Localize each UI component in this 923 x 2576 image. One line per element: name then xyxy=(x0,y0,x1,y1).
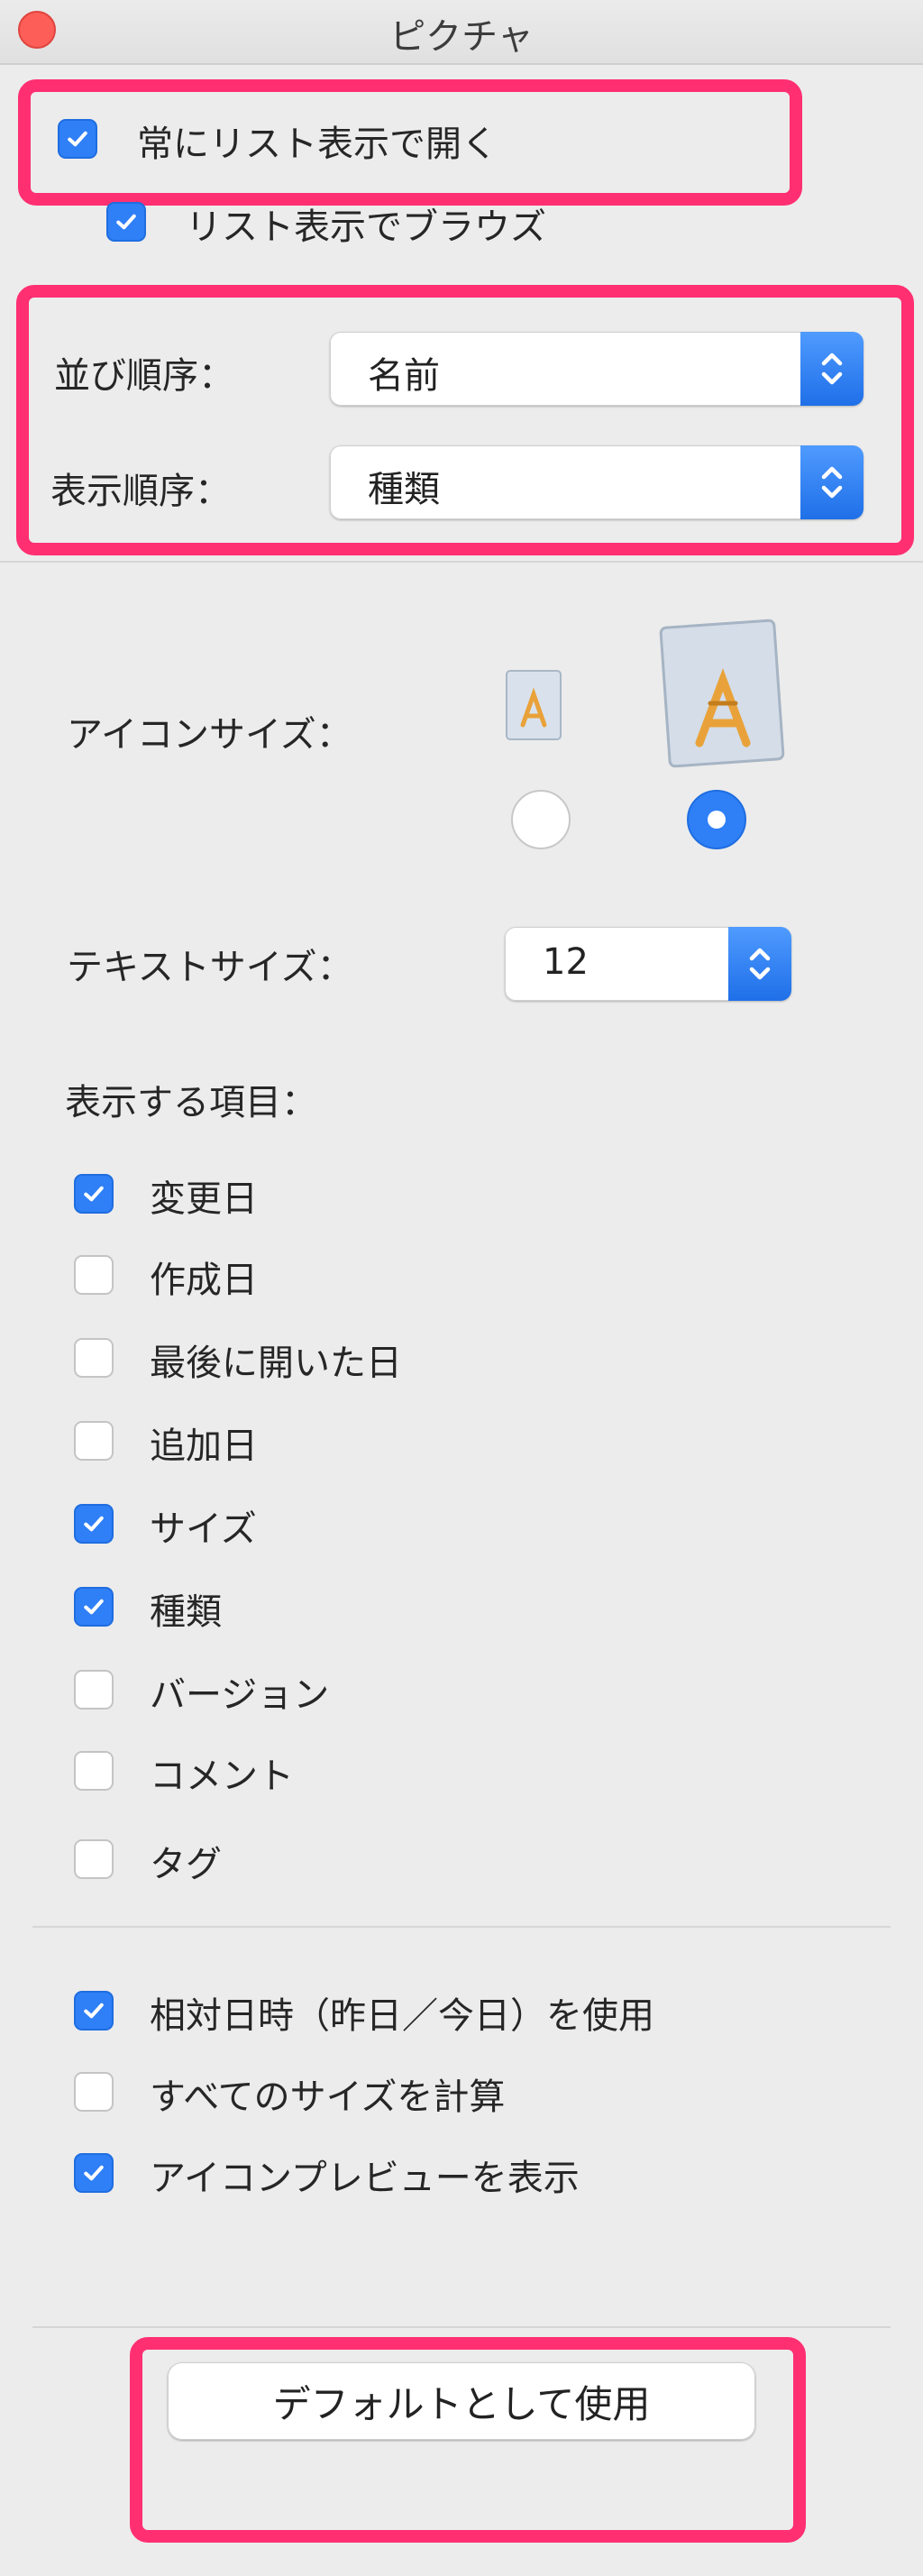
column-comments-checkbox[interactable] xyxy=(74,1751,114,1791)
column-version-checkbox[interactable] xyxy=(74,1670,114,1710)
column-date-last-opened-checkbox[interactable] xyxy=(74,1338,114,1378)
browse-in-list-label: リスト表示でブラウズ xyxy=(186,206,546,248)
text-size-popup[interactable]: 12 xyxy=(505,927,791,1001)
show-columns-label: 表示する項目： xyxy=(65,1082,317,1123)
sort-by-label: 並び順序： xyxy=(54,355,234,397)
checkmark-icon xyxy=(84,1599,104,1615)
column-date-created-checkbox[interactable] xyxy=(74,1255,114,1295)
column-comments-label: コメント xyxy=(150,1756,294,1797)
column-date-added-label: 追加日 xyxy=(150,1426,258,1467)
icon-size-small-radio[interactable] xyxy=(511,790,571,849)
checkmark-icon xyxy=(84,1516,104,1532)
small-app-icon xyxy=(506,670,562,740)
column-date-added-checkbox[interactable] xyxy=(74,1421,114,1461)
show-icon-preview-checkbox[interactable] xyxy=(74,2153,114,2193)
column-date-created-label: 作成日 xyxy=(150,1260,258,1301)
relative-dates-label: 相対日時（昨日／今日）を使用 xyxy=(150,1995,654,2037)
relative-dates-checkbox[interactable] xyxy=(74,1991,114,2031)
checkmark-icon xyxy=(116,214,136,230)
divider xyxy=(32,2326,891,2328)
icon-size-label: アイコンサイズ： xyxy=(67,714,352,756)
checkmark-icon xyxy=(68,131,87,147)
calculate-all-sizes-label: すべてのサイズを計算 xyxy=(150,2076,506,2118)
column-tags-checkbox[interactable] xyxy=(74,1839,114,1879)
column-date-modified-label: 変更日 xyxy=(150,1178,258,1220)
always-open-list-checkbox[interactable] xyxy=(58,119,97,159)
column-kind-label: 種類 xyxy=(150,1591,222,1633)
checkmark-icon xyxy=(84,2003,104,2019)
text-size-label: テキストサイズ： xyxy=(67,947,353,988)
group-by-popup[interactable]: 種類 xyxy=(330,445,864,519)
checkmark-icon xyxy=(84,1186,104,1202)
column-version-label: バージョン xyxy=(150,1674,330,1716)
text-size-value: 12 xyxy=(543,941,589,983)
column-tags-label: タグ xyxy=(150,1844,222,1885)
calculate-all-sizes-checkbox[interactable] xyxy=(74,2072,114,2112)
large-app-icon xyxy=(659,619,785,768)
sort-by-popup[interactable]: 名前 xyxy=(330,332,864,406)
use-as-defaults-button[interactable]: デフォルトとして使用 xyxy=(168,2362,755,2440)
browse-in-list-checkbox[interactable] xyxy=(106,202,146,242)
column-date-modified-checkbox[interactable] xyxy=(74,1174,114,1214)
column-kind-checkbox[interactable] xyxy=(74,1587,114,1627)
column-date-last-opened-label: 最後に開いた日 xyxy=(150,1343,402,1384)
divider xyxy=(0,561,923,563)
window-title: ピクチャ xyxy=(389,16,534,58)
chevron-updown-icon xyxy=(800,445,864,519)
group-by-value: 種類 xyxy=(368,469,440,510)
chevron-updown-icon xyxy=(800,332,864,406)
always-open-list-label: 常にリスト表示で開く xyxy=(137,124,498,165)
column-size-label: サイズ xyxy=(150,1508,257,1550)
icon-size-large-radio[interactable] xyxy=(687,790,746,849)
checkmark-icon xyxy=(84,2165,104,2181)
divider xyxy=(32,1926,891,1928)
radio-dot xyxy=(708,811,726,829)
sort-by-value: 名前 xyxy=(368,355,440,397)
chevron-updown-icon xyxy=(728,927,791,1001)
group-by-label: 表示順序： xyxy=(50,471,231,512)
show-icon-preview-label: アイコンプレビューを表示 xyxy=(150,2158,580,2199)
column-size-checkbox[interactable] xyxy=(74,1504,114,1544)
